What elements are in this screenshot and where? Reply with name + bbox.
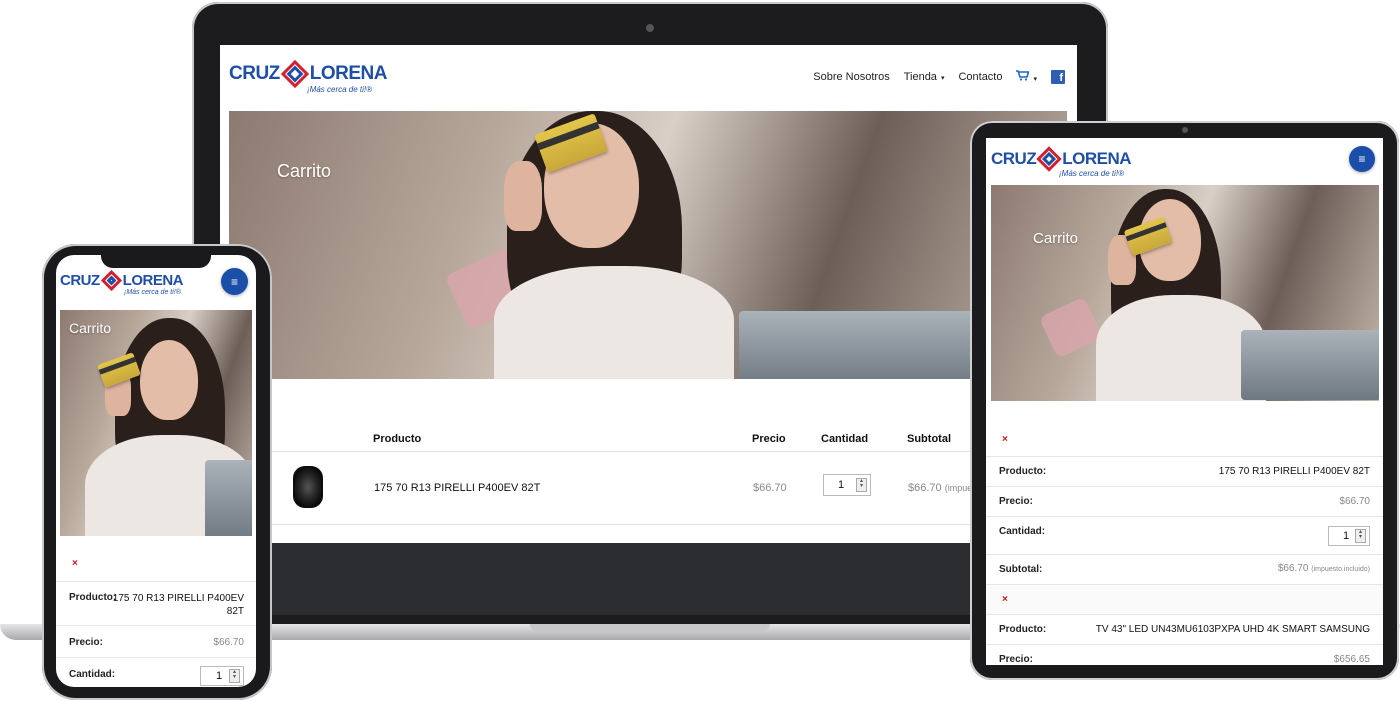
logo-text-right: LORENA — [309, 63, 388, 84]
phone-screen: CRUZ LORENA ¡Más cerca de ti!® ≡ Carrito… — [56, 255, 256, 687]
cart-icon — [1016, 70, 1031, 81]
chevron-down-icon: ▾ — [940, 75, 945, 82]
spinner-icon[interactable]: ▴ ▾ — [856, 478, 867, 492]
quantity-stepper[interactable]: 1 ▴ ▾ — [200, 666, 244, 686]
remove-item-button[interactable]: × — [1002, 594, 1008, 605]
cart-row-price: Precio: $656.65 — [986, 644, 1383, 665]
col-header-price: Precio — [752, 433, 786, 445]
col-header-quantity: Cantidad — [821, 433, 869, 445]
product-name-line: 82T — [226, 606, 244, 617]
logo-tagline: ¡Más cerca de ti!® — [1059, 169, 1125, 178]
cart-menu[interactable]: ▾ — [1016, 70, 1037, 84]
hero-banner: Carrito — [60, 310, 252, 536]
col-header-product: Producto — [373, 433, 422, 445]
product-name[interactable]: 175 70 R13 PIRELLI P400EV 82T — [113, 592, 244, 618]
site-logo[interactable]: CRUZ LORENA ¡Más cerca de ti!® — [229, 59, 388, 94]
spinner-icon[interactable]: ▴ ▾ — [1355, 529, 1366, 543]
cart-row-product: Producto: 175 70 R13 PIRELLI P400EV 82T — [986, 456, 1383, 487]
logo-mark-icon — [280, 59, 309, 89]
logo-text-right: LORENA — [1062, 149, 1131, 168]
table-row: 175 70 R13 PIRELLI P400EV 82T $66.70 1 ▴… — [265, 452, 1077, 524]
col-header-subtotal: Subtotal — [907, 433, 951, 445]
menu-icon: ≡ — [230, 274, 238, 289]
logo-mark-icon — [100, 269, 122, 292]
laptop-camera — [646, 24, 654, 32]
cart-row-product: Producto: 175 70 R13 PIRELLI P400EV 82T — [56, 581, 256, 626]
menu-icon: ≡ — [1358, 152, 1366, 166]
label-quantity: Cantidad: — [69, 669, 116, 680]
quantity-value: 1 — [838, 479, 845, 491]
product-price: $66.70 — [1339, 496, 1370, 507]
cart-item-2: × — [986, 584, 1383, 615]
chevron-down-icon: ▾ — [1033, 76, 1037, 83]
logo-text-right: LORENA — [122, 272, 184, 289]
remove-item-button[interactable]: × — [72, 558, 78, 569]
cart-row-price: Precio: $66.70 — [56, 625, 256, 658]
product-thumbnail[interactable] — [293, 466, 323, 508]
label-price: Precio: — [69, 637, 103, 648]
laptop-screen: CRUZ LORENA ¡Más cerca de ti!® Sobre Nos… — [220, 45, 1077, 615]
menu-button[interactable]: ≡ — [221, 268, 248, 295]
cart-row-quantity: Cantidad: 1 ▴ ▾ — [56, 657, 256, 687]
logo-mark-icon — [1036, 146, 1062, 172]
page-title: Carrito — [69, 320, 112, 336]
label-product: Producto: — [999, 466, 1047, 477]
logo-text-left: CRUZ — [229, 63, 280, 84]
product-name[interactable]: 175 70 R13 PIRELLI P400EV 82T — [374, 482, 540, 494]
product-price: $656.65 — [1333, 654, 1370, 665]
quantity-stepper[interactable]: 1 ▴ ▾ — [1328, 526, 1370, 546]
cart-row-quantity: Cantidad: 1 ▴ ▾ — [986, 516, 1383, 555]
nav-item-contacto[interactable]: Contacto — [958, 71, 1002, 83]
logo-tagline: ¡Más cerca de ti!® — [124, 289, 181, 296]
cart-row-product: Producto: TV 43" LED UN43MU6103PXPA UHD … — [986, 614, 1383, 645]
menu-button[interactable]: ≡ — [1349, 146, 1375, 172]
tablet-screen: CRUZ LORENA ¡Más cerca de ti!® ≡ Carrito… — [986, 138, 1383, 665]
label-subtotal: Subtotal: — [999, 564, 1043, 575]
product-subtotal: $66.70 (impue — [908, 482, 972, 494]
page-title: Carrito — [1033, 230, 1079, 247]
logo-tagline: ¡Más cerca de ti!® — [307, 85, 373, 94]
product-name-line: 175 70 R13 PIRELLI P400EV — [112, 593, 244, 604]
quantity-value: 1 — [1343, 530, 1350, 542]
logo-text-left: CRUZ — [991, 149, 1037, 168]
quantity-stepper[interactable]: 1 ▴ ▾ — [823, 474, 871, 496]
site-footer — [220, 543, 1077, 615]
label-price: Precio: — [999, 496, 1033, 507]
label-product: Producto: — [69, 592, 117, 603]
laptop-notch — [530, 624, 770, 632]
hero-banner: Carrito — [991, 185, 1379, 401]
label-quantity: Cantidad: — [999, 526, 1046, 537]
product-name[interactable]: 175 70 R13 PIRELLI P400EV 82T — [1219, 466, 1370, 477]
label-price: Precio: — [999, 654, 1033, 665]
facebook-icon[interactable]: f — [1051, 70, 1065, 84]
page-title: Carrito — [277, 161, 332, 181]
product-price: $66.70 — [213, 637, 244, 648]
cart-row-price: Precio: $66.70 — [986, 486, 1383, 517]
product-price: $66.70 — [753, 482, 787, 494]
nav-item-sobre-nosotros[interactable]: Sobre Nosotros — [813, 71, 889, 83]
product-name[interactable]: TV 43" LED UN43MU6103PXPA UHD 4K SMART S… — [1096, 624, 1370, 635]
hero-banner: Carrito — [229, 111, 1067, 379]
label-product: Producto: — [999, 624, 1047, 635]
site-logo[interactable]: CRUZ LORENA ¡Más cerca de ti!® — [991, 146, 1131, 178]
phone-notch — [101, 250, 211, 268]
subtotal-amount: $66.70 — [1277, 563, 1309, 574]
subtotal-value: $66.70 — [908, 482, 942, 494]
tablet-camera — [1182, 127, 1188, 133]
tax-note: (impuesto incluido) — [1311, 566, 1370, 573]
nav-item-tienda-label: Tienda — [903, 71, 937, 83]
main-nav: Sobre Nosotros Tienda ▾ Contacto ▾ f — [813, 70, 1065, 84]
logo-text-left: CRUZ — [60, 272, 100, 289]
cart-row-subtotal: Subtotal: $66.70 (impuesto incluido) — [986, 554, 1383, 585]
subtotal-value: $66.70 (impuesto incluido) — [1278, 563, 1370, 574]
site-logo[interactable]: CRUZ LORENA ¡Más cerca de ti!® — [60, 269, 184, 296]
quantity-value: 1 — [216, 670, 223, 682]
nav-item-tienda[interactable]: Tienda ▾ — [904, 71, 945, 83]
tax-note: (impue — [944, 483, 973, 493]
spinner-icon[interactable]: ▴ ▾ — [229, 669, 240, 683]
remove-item-button[interactable]: × — [1002, 434, 1008, 445]
